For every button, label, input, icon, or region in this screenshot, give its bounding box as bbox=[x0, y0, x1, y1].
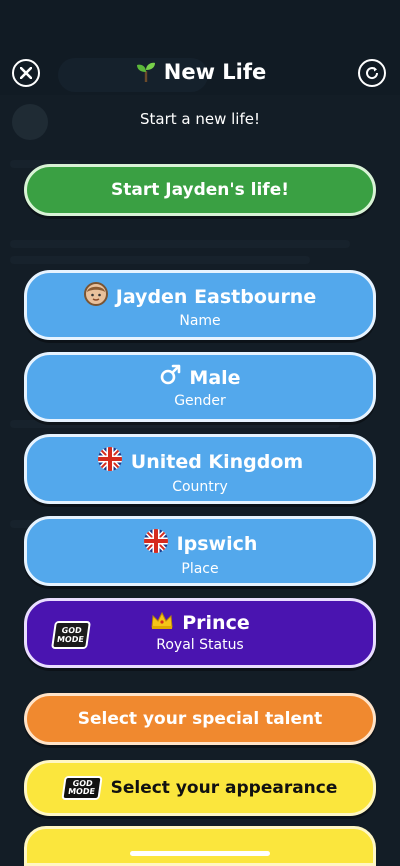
title-text: New Life bbox=[163, 60, 267, 84]
god-mode-text: GOD MODE bbox=[56, 626, 85, 644]
country-button[interactable]: United Kingdom Country bbox=[24, 434, 376, 504]
country-label: Country bbox=[172, 479, 228, 495]
refresh-button[interactable] bbox=[358, 59, 386, 87]
uk-flag-icon bbox=[143, 528, 169, 559]
name-label: Name bbox=[179, 313, 221, 329]
place-label: Place bbox=[181, 561, 219, 577]
god-mode-icon: GOD MODE bbox=[51, 621, 91, 649]
avatar-icon bbox=[83, 282, 108, 311]
page-title: New Life bbox=[0, 60, 400, 84]
country-value: United Kingdom bbox=[130, 450, 304, 473]
god-mode-icon: GOD MODE bbox=[60, 776, 103, 800]
gender-button[interactable]: Male Gender bbox=[24, 352, 376, 422]
special-talent-button[interactable]: Select your special talent bbox=[24, 693, 376, 745]
sprout-icon bbox=[136, 62, 155, 82]
refresh-icon bbox=[366, 67, 379, 80]
special-talent-label: Select your special talent bbox=[77, 709, 323, 729]
royal-status-value: Prince bbox=[182, 611, 250, 634]
royal-status-button[interactable]: GOD MODE Prince Royal Status bbox=[24, 598, 376, 668]
name-button[interactable]: Jayden Eastbourne Name bbox=[24, 270, 376, 340]
page-subtitle: Start a new life! bbox=[140, 110, 260, 128]
home-indicator[interactable] bbox=[130, 851, 270, 856]
next-option-button[interactable] bbox=[24, 826, 376, 866]
uk-flag-icon bbox=[97, 446, 123, 477]
place-value: Ipswich bbox=[176, 532, 258, 555]
start-life-button[interactable]: Start Jayden's life! bbox=[24, 164, 376, 216]
appearance-label: Select your appearance bbox=[110, 778, 338, 798]
male-symbol-icon bbox=[159, 364, 181, 391]
gender-label: Gender bbox=[174, 393, 226, 409]
appearance-button[interactable]: GOD MODE Select your appearance bbox=[24, 760, 376, 816]
start-life-label: Start Jayden's life! bbox=[110, 180, 289, 200]
gender-value: Male bbox=[189, 366, 241, 389]
place-button[interactable]: Ipswich Place bbox=[24, 516, 376, 586]
name-value: Jayden Eastbourne bbox=[115, 285, 317, 308]
god-mode-text: GOD MODE bbox=[67, 779, 96, 796]
crown-icon bbox=[150, 610, 174, 635]
